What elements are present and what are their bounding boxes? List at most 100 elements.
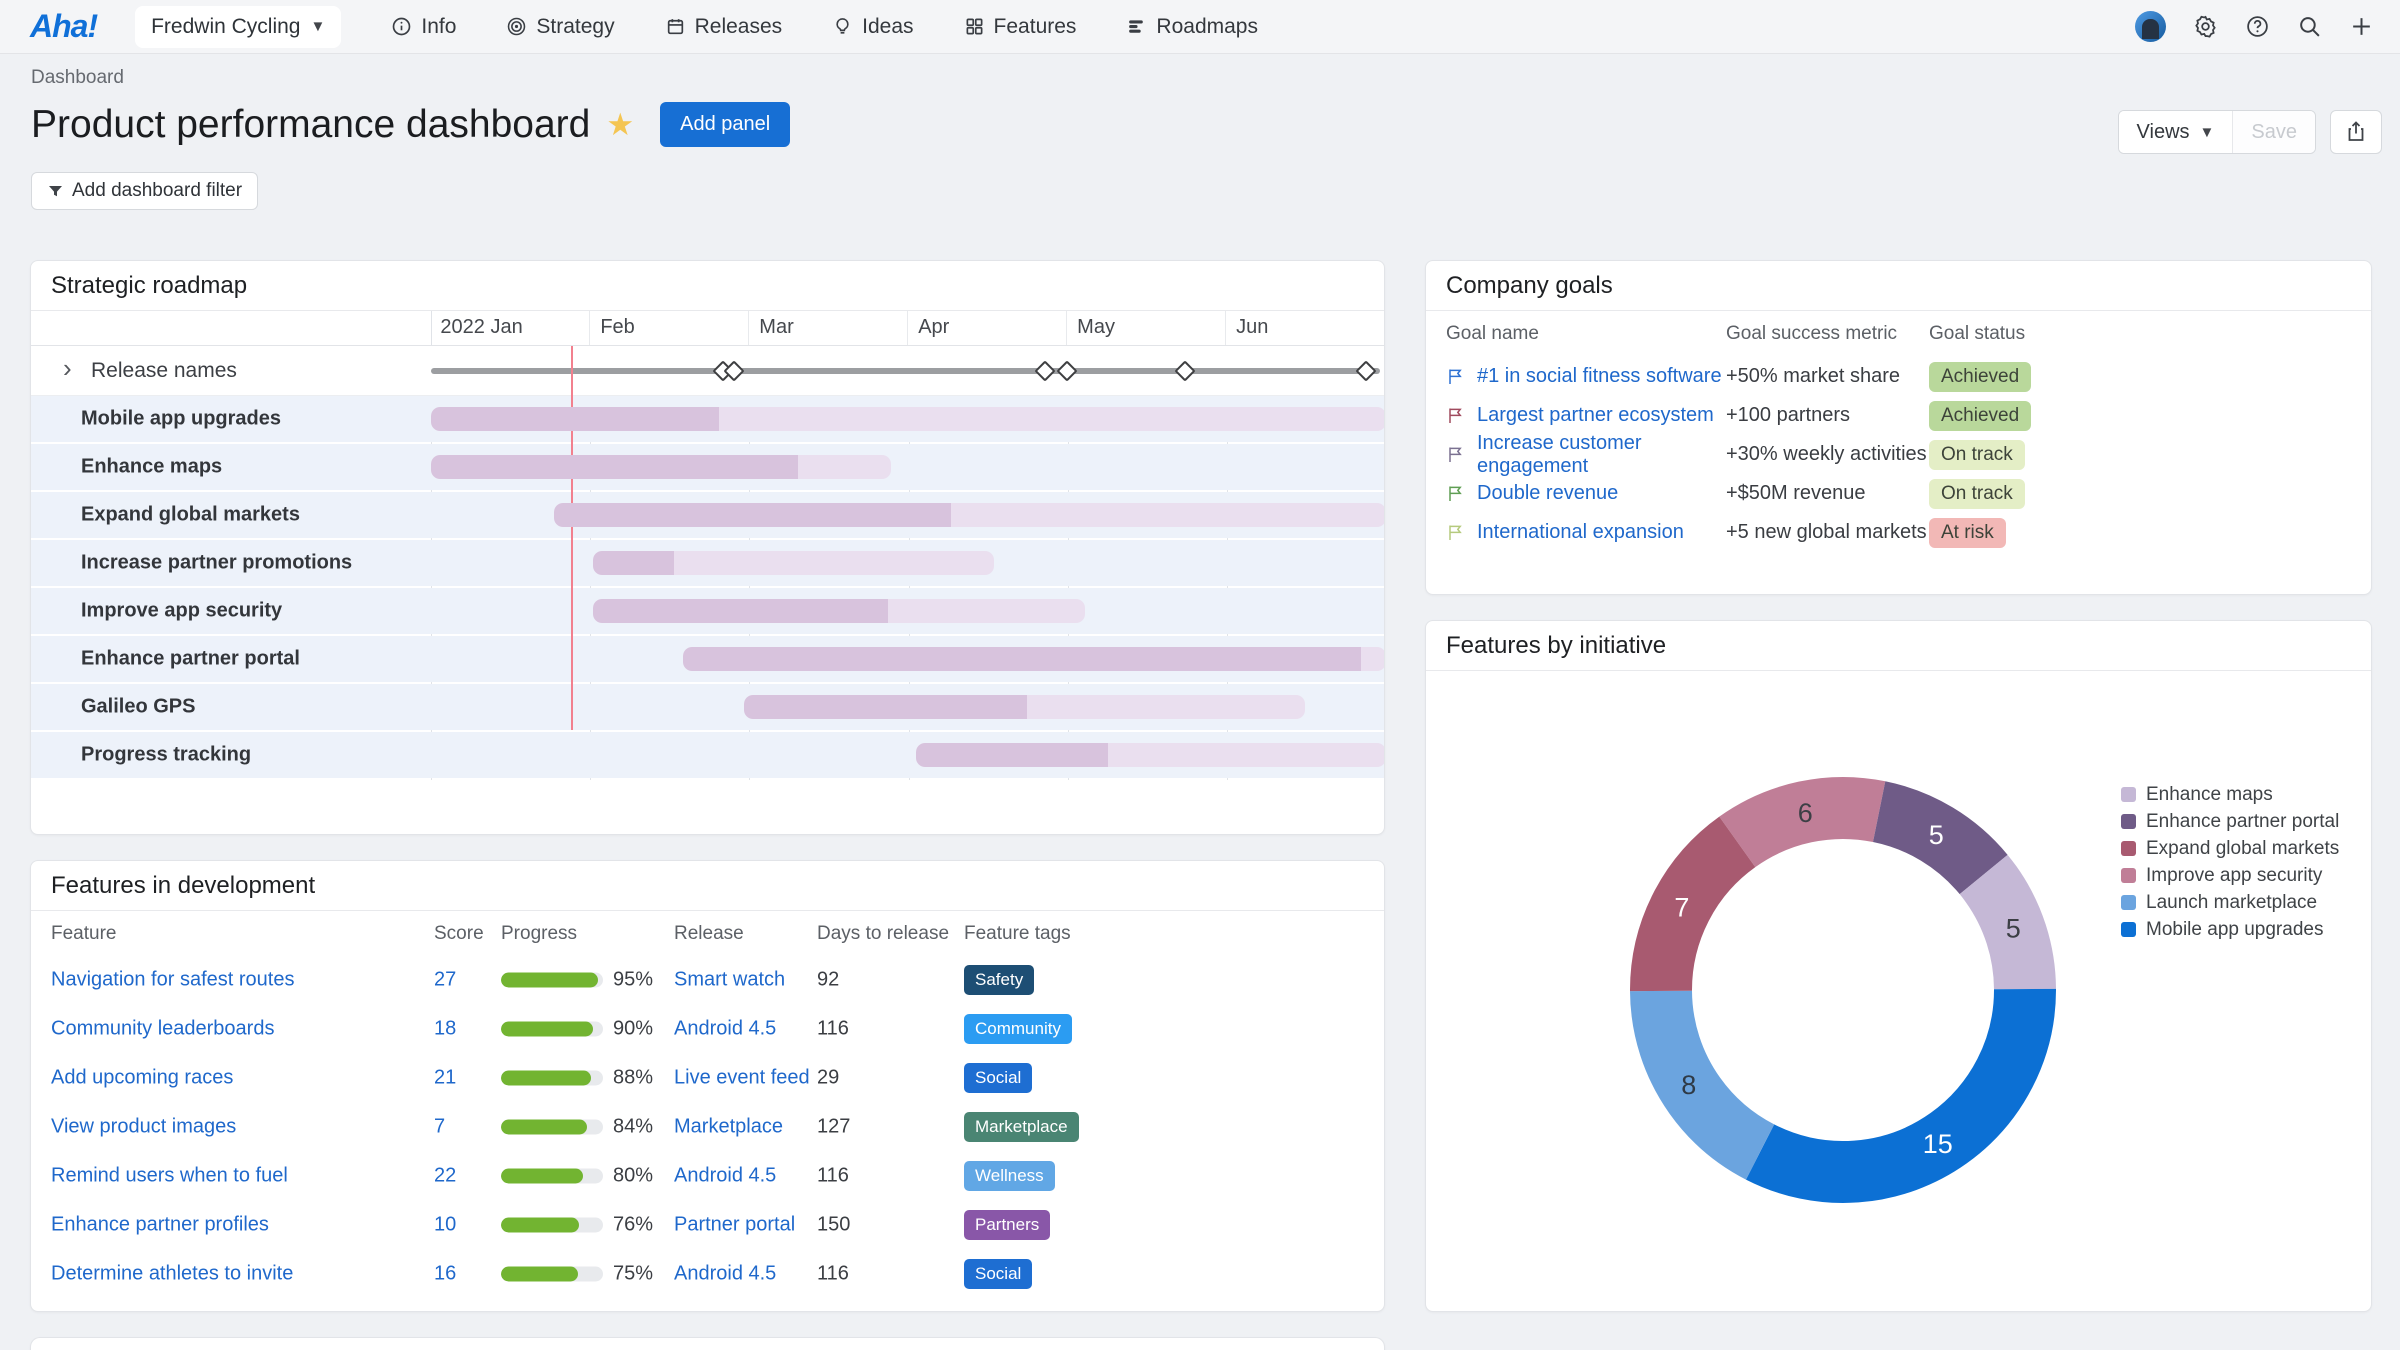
gantt-bar[interactable] [431,455,891,479]
legend-label: Enhance maps [2146,784,2273,806]
filter-funnel-icon [47,183,64,200]
header-actions: Views ▼ Save [2118,110,2382,154]
gantt-bar[interactable] [744,695,1305,719]
strategic-roadmap-panel: Strategic roadmap 2022 Jan Feb Mar Apr M… [30,260,1385,835]
goal-link[interactable]: Increase customer engagement [1477,432,1726,478]
days-to-release: 127 [817,1115,850,1138]
roadmap-bars-icon [1126,16,1147,37]
favorite-star-icon[interactable]: ★ [606,107,634,143]
aha-logo: Aha! [30,8,97,45]
workspace-switcher[interactable]: Fredwin Cycling ▼ [135,6,341,48]
gantt-bar-progress [916,743,1108,767]
views-button[interactable]: Views ▼ [2119,111,2234,153]
nav-item-ideas[interactable]: Ideas [832,15,913,39]
feature-link[interactable]: Community leaderboards [51,1017,274,1040]
gantt-bar[interactable] [431,407,1385,431]
score-link[interactable]: 10 [434,1213,456,1236]
goal-link[interactable]: Largest partner ecosystem [1477,404,1714,427]
nav-items: Info Strategy Releases Ideas [391,15,1258,39]
gear-icon[interactable] [2193,14,2218,39]
table-row: Navigation for safest routes 27 95% Smar… [31,955,1384,1004]
legend-swatch [2121,787,2136,802]
gantt-bar[interactable] [683,647,1385,671]
milestone-diamond-icon[interactable] [1034,360,1055,381]
release-link[interactable]: Android 4.5 [674,1017,776,1040]
gantt-bar-progress [593,551,673,575]
goal-metric: +$50M revenue [1726,482,1929,505]
nav-item-releases[interactable]: Releases [665,15,783,39]
milestone-diamond-icon[interactable] [1056,360,1077,381]
column-header: Release [674,923,744,945]
roadmap-rows: Mobile app upgrades Enhance maps Expand … [31,396,1384,780]
gantt-bar[interactable] [554,503,1385,527]
progress-fill [501,1021,593,1036]
share-button[interactable] [2330,110,2382,154]
days-to-release: 116 [817,1164,849,1187]
feature-tag: Community [964,1014,1072,1044]
search-icon[interactable] [2297,14,2322,39]
milestone-diamond-icon[interactable] [1175,360,1196,381]
release-link[interactable]: Android 4.5 [674,1262,776,1285]
release-link[interactable]: Partner portal [674,1213,795,1236]
page: Aha! Fredwin Cycling ▼ Info Strategy [0,0,2400,1350]
score-link[interactable]: 21 [434,1066,456,1089]
score-link[interactable]: 16 [434,1262,456,1285]
initiative-name: Improve app security [81,600,282,623]
expand-chevron-icon[interactable]: › [63,353,72,384]
release-link[interactable]: Android 4.5 [674,1164,776,1187]
goal-flag-icon [1446,484,1465,503]
help-icon[interactable] [2245,14,2270,39]
add-dashboard-filter-button[interactable]: Add dashboard filter [31,172,258,210]
release-link[interactable]: Smart watch [674,968,785,991]
feature-link[interactable]: Remind users when to fuel [51,1164,288,1187]
add-panel-button[interactable]: Add panel [660,102,790,147]
grid-icon [964,16,985,37]
progress-bar [501,1021,603,1036]
legend-swatch [2121,814,2136,829]
nav-item-strategy[interactable]: Strategy [506,15,614,39]
score-link[interactable]: 7 [434,1115,445,1138]
milestone-diamond-icon[interactable] [1355,360,1376,381]
feature-tag: Safety [964,965,1034,995]
feature-link[interactable]: Enhance partner profiles [51,1213,269,1236]
feature-link[interactable]: Navigation for safest routes [51,968,294,991]
table-row: Add upcoming races 21 88% Live event fee… [31,1053,1384,1102]
nav-item-info[interactable]: Info [391,15,456,39]
user-avatar[interactable] [2135,11,2166,42]
gantt-bar[interactable] [593,599,1085,623]
plus-icon[interactable] [2349,14,2374,39]
goal-link[interactable]: International expansion [1477,521,1684,544]
gantt-bar-progress [431,407,719,431]
goal-link[interactable]: Double revenue [1477,482,1618,505]
top-nav: Aha! Fredwin Cycling ▼ Info Strategy [0,0,2400,54]
roadmap-row: Progress tracking [31,732,1384,778]
feature-link[interactable]: Determine athletes to invite [51,1262,293,1285]
gantt-bar[interactable] [916,743,1385,767]
nav-item-features[interactable]: Features [964,15,1077,39]
export-share-icon [2344,120,2368,144]
feature-link[interactable]: Add upcoming races [51,1066,233,1089]
score-link[interactable]: 22 [434,1164,456,1187]
company-goals-panel: Company goals Goal name Goal success met… [1425,260,2372,595]
column-header: Goal success metric [1726,323,1929,345]
breadcrumb[interactable]: Dashboard [31,67,124,89]
feature-link[interactable]: View product images [51,1115,236,1138]
nav-item-roadmaps[interactable]: Roadmaps [1126,15,1258,39]
progress-bar [501,1119,603,1134]
goal-link[interactable]: #1 in social fitness software [1477,365,1722,388]
release-link[interactable]: Live event feed [674,1066,810,1089]
column-header: Feature [51,923,116,945]
gantt-bar-progress [431,455,798,479]
gantt-bar[interactable] [593,551,994,575]
progress-bar [501,1168,603,1183]
progress-percent: 76% [613,1213,653,1236]
column-header: Feature tags [964,923,1071,945]
status-badge: On track [1929,440,2025,470]
workspace-name: Fredwin Cycling [151,15,300,39]
save-button[interactable]: Save [2233,111,2315,153]
release-link[interactable]: Marketplace [674,1115,783,1138]
strategy-target-icon [506,16,527,37]
score-link[interactable]: 18 [434,1017,456,1040]
score-link[interactable]: 27 [434,968,456,991]
feature-tag: Wellness [964,1161,1055,1191]
